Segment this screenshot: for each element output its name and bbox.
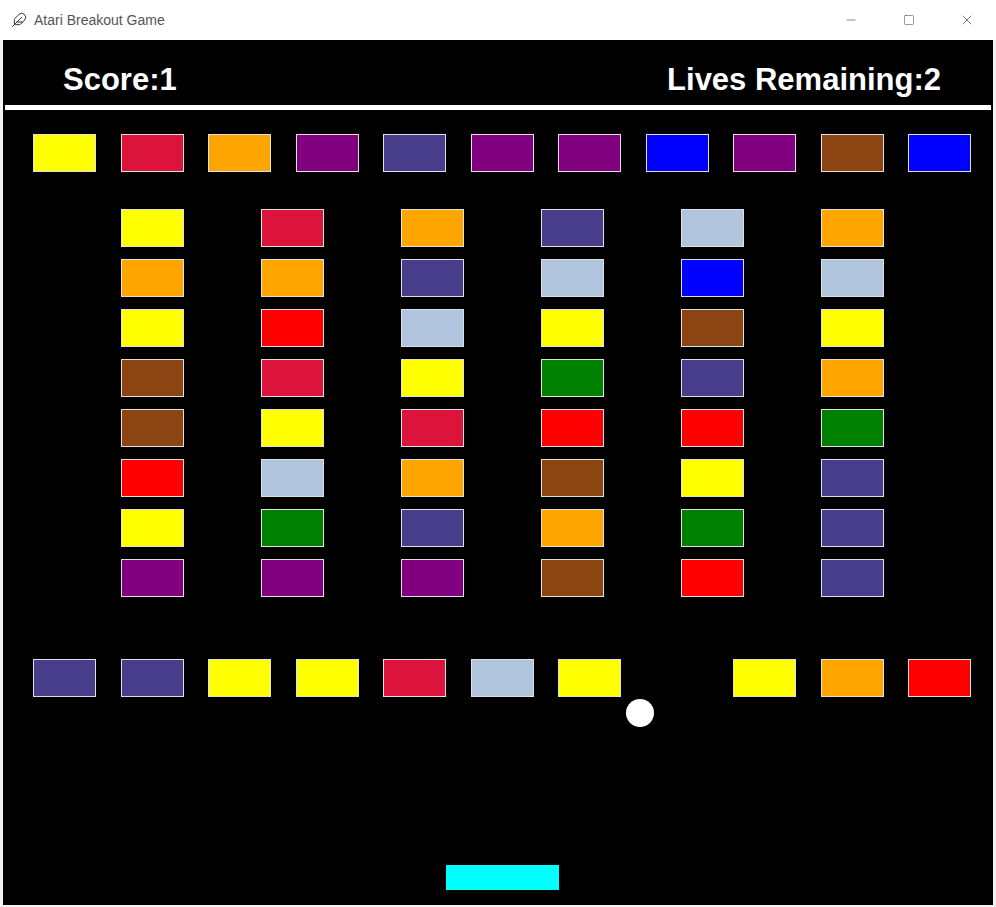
brick (121, 134, 184, 172)
brick (401, 309, 464, 347)
brick (121, 309, 184, 347)
brick-column (821, 209, 884, 597)
brick (681, 309, 744, 347)
title-bar[interactable]: Atari Breakout Game (0, 0, 996, 40)
brick (208, 134, 271, 172)
brick (821, 659, 884, 697)
brick (121, 559, 184, 597)
brick (261, 209, 324, 247)
hud-divider (5, 105, 991, 110)
brick (261, 559, 324, 597)
brick (401, 409, 464, 447)
brick (401, 559, 464, 597)
brick (681, 509, 744, 547)
maximize-button[interactable] (880, 0, 938, 40)
brick (401, 209, 464, 247)
brick (541, 509, 604, 547)
paddle[interactable] (446, 865, 559, 890)
bottom-brick-row (3, 659, 993, 697)
brick (296, 134, 359, 172)
brick (541, 559, 604, 597)
feather-icon (11, 12, 27, 28)
brick (121, 509, 184, 547)
brick (908, 134, 971, 172)
brick (681, 209, 744, 247)
hud: Score:1 Lives Remaining:2 (3, 40, 993, 105)
brick (401, 359, 464, 397)
brick (261, 409, 324, 447)
brick (541, 459, 604, 497)
brick (541, 309, 604, 347)
brick (681, 259, 744, 297)
brick (401, 459, 464, 497)
brick (821, 209, 884, 247)
brick (261, 259, 324, 297)
brick-gap (646, 659, 709, 697)
brick (733, 659, 796, 697)
brick (681, 359, 744, 397)
brick-column (401, 209, 464, 597)
brick (681, 459, 744, 497)
brick (261, 359, 324, 397)
brick (541, 259, 604, 297)
brick (121, 409, 184, 447)
brick (471, 659, 534, 697)
lives-remaining: Lives Remaining:2 (667, 62, 941, 98)
brick (821, 409, 884, 447)
brick (121, 209, 184, 247)
brick (261, 509, 324, 547)
brick (733, 134, 796, 172)
ball (626, 699, 654, 727)
brick (646, 134, 709, 172)
brick (401, 259, 464, 297)
minimize-button[interactable] (822, 0, 880, 40)
brick-column (121, 209, 184, 597)
brick (821, 559, 884, 597)
brick (296, 659, 359, 697)
brick (681, 559, 744, 597)
brick (261, 309, 324, 347)
brick (821, 259, 884, 297)
brick (383, 134, 446, 172)
maximize-icon (903, 14, 915, 26)
brick (821, 134, 884, 172)
brick (121, 459, 184, 497)
brick (121, 359, 184, 397)
brick-column (261, 209, 324, 597)
brick (121, 659, 184, 697)
brick (558, 134, 621, 172)
brick-column (681, 209, 744, 597)
brick (541, 359, 604, 397)
brick (541, 409, 604, 447)
top-brick-row (3, 134, 993, 172)
brick (383, 659, 446, 697)
brick (541, 209, 604, 247)
window-title: Atari Breakout Game (34, 10, 165, 31)
close-button[interactable] (938, 0, 996, 40)
brick-column (541, 209, 604, 597)
brick-grid (3, 209, 993, 597)
brick (33, 134, 96, 172)
brick (558, 659, 621, 697)
window: Atari Breakout Game Score:1 Lives Remainin… (0, 0, 996, 907)
brick (821, 459, 884, 497)
score: Score:1 (63, 62, 177, 98)
minimize-icon (844, 13, 858, 27)
brick (821, 509, 884, 547)
brick (821, 309, 884, 347)
brick (681, 409, 744, 447)
brick (471, 134, 534, 172)
brick (821, 359, 884, 397)
brick (208, 659, 271, 697)
brick (908, 659, 971, 697)
brick (261, 459, 324, 497)
brick (33, 659, 96, 697)
brick (401, 509, 464, 547)
close-icon (959, 12, 975, 28)
brick (121, 259, 184, 297)
game-canvas[interactable]: Score:1 Lives Remaining:2 (3, 40, 993, 905)
